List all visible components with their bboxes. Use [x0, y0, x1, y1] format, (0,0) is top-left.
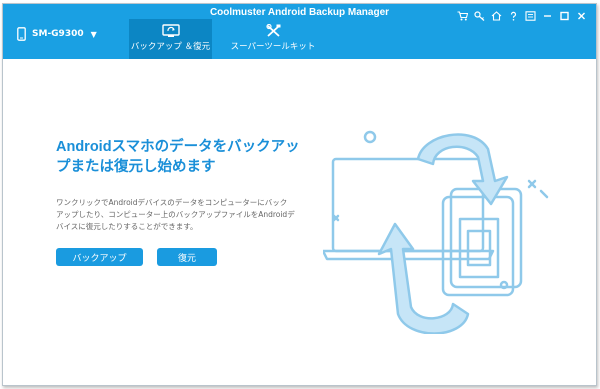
main-panel: Androidスマホのデータをバックアッ プまたは復元し始めます ワンクリックで… — [3, 59, 596, 385]
headline-line: Androidスマホのデータをバックアッ — [56, 139, 300, 155]
device-selector[interactable]: SM-G9300 ▼ — [17, 26, 97, 42]
description: ワンクリックでAndroidデバイスのデータをコンピューターにバック アップした… — [56, 197, 311, 233]
tab-label: スーパーツールキット — [230, 42, 316, 52]
close-icon[interactable] — [573, 8, 590, 24]
tab-super-toolkit[interactable]: スーパーツールキット — [228, 19, 318, 59]
device-name: SM-G9300 — [32, 29, 84, 39]
feedback-icon[interactable] — [522, 8, 539, 24]
window-controls — [454, 8, 590, 24]
headline-line: プまたは復元し始めます — [56, 159, 216, 175]
cart-icon[interactable] — [454, 8, 471, 24]
minimize-icon[interactable] — [539, 8, 556, 24]
backup-restore-icon — [161, 24, 180, 37]
tab-backup-restore[interactable]: バックアップ ＆復元 — [129, 19, 212, 59]
home-icon[interactable] — [488, 8, 505, 24]
backup-button[interactable]: バックアップ — [56, 248, 143, 266]
description-line: バイスに復元したりすることができます。 — [56, 222, 198, 231]
key-icon[interactable] — [471, 8, 488, 24]
tools-icon — [265, 24, 280, 37]
help-icon[interactable] — [505, 8, 522, 24]
description-line: ワンクリックでAndroidデバイスのデータをコンピューターにバック — [56, 198, 288, 207]
restore-button[interactable]: 復元 — [157, 248, 217, 266]
header-bar: Coolmuster Android Backup Manager SM-G93… — [3, 4, 596, 59]
backup-illustration — [323, 130, 549, 334]
app-window: Coolmuster Android Backup Manager SM-G93… — [2, 3, 597, 386]
tab-label: バックアップ ＆復元 — [130, 42, 211, 52]
headline: Androidスマホのデータをバックアッ プまたは復元し始めます — [56, 137, 336, 177]
description-line: アップしたり、コンピューター上のバックアップファイルをAndroidデ — [56, 210, 295, 219]
phone-icon — [17, 27, 26, 41]
maximize-icon[interactable] — [556, 8, 573, 24]
chevron-down-icon[interactable]: ▼ — [91, 30, 97, 39]
